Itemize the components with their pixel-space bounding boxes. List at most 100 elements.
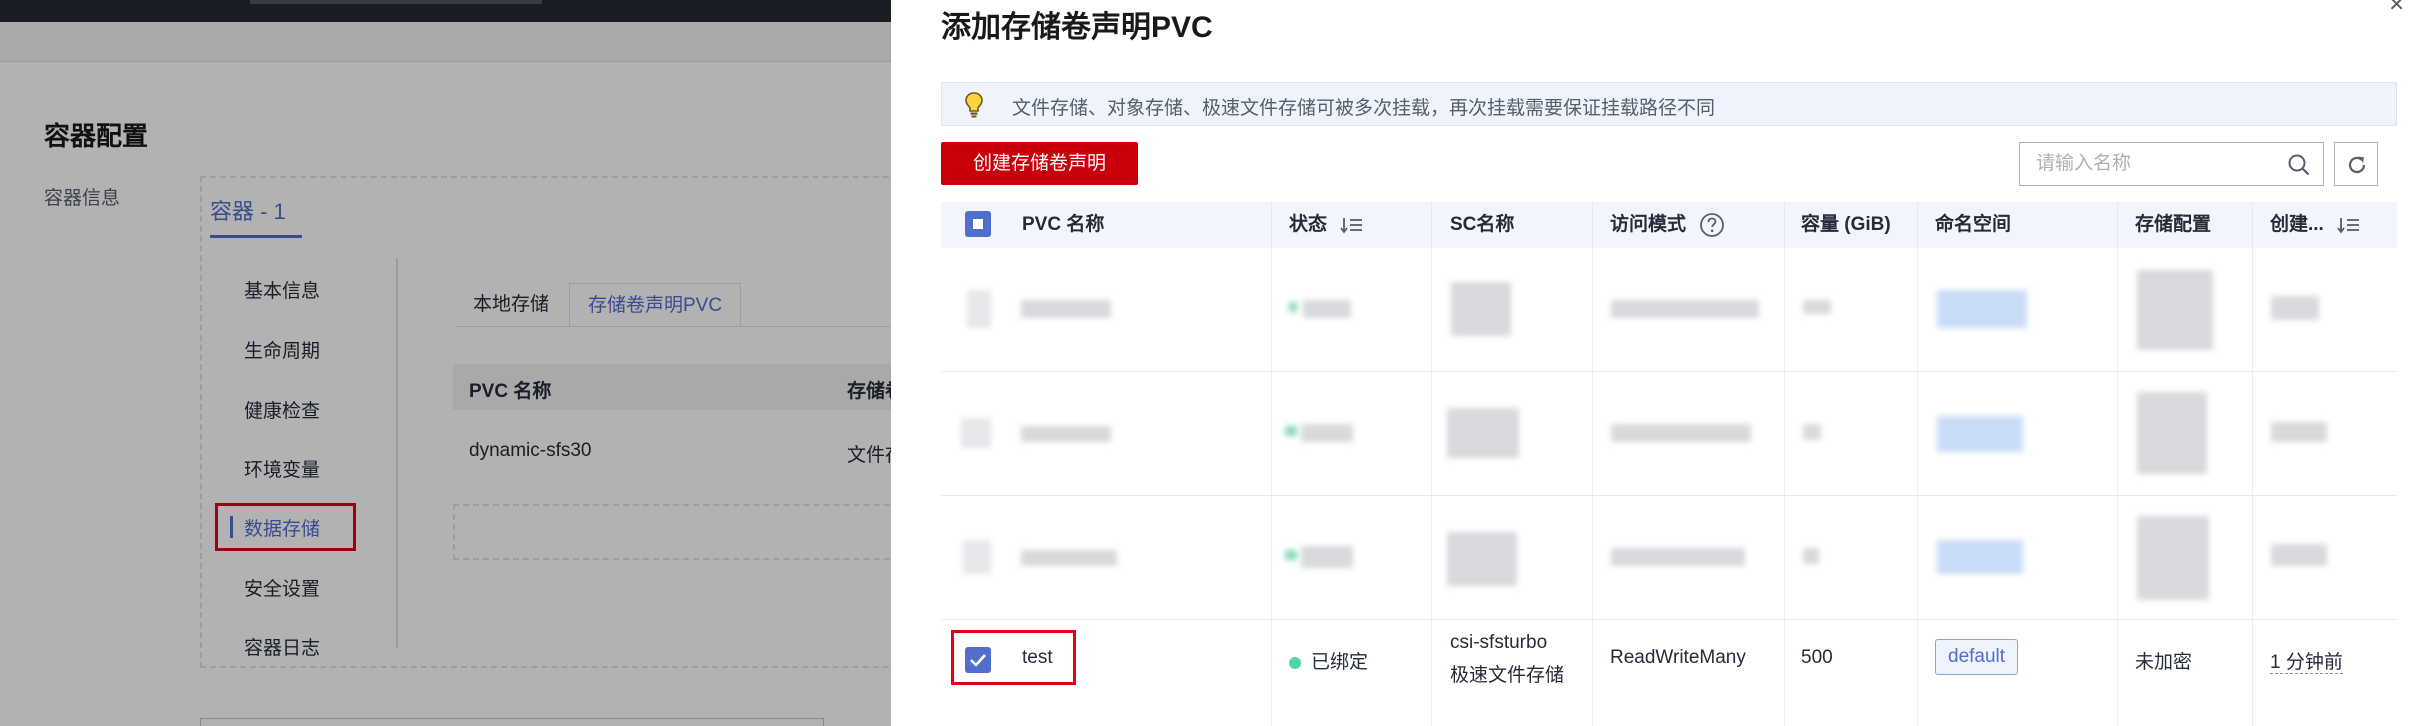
redacted-storage-config: [2137, 270, 2213, 350]
select-all-checkbox[interactable]: [965, 211, 991, 237]
redacted-checkbox: [967, 290, 991, 328]
redacted-namespace: [1937, 290, 2027, 328]
table-row-redacted[interactable]: [941, 496, 2397, 620]
redacted-access-mode: [1611, 548, 1745, 566]
column-divider: [1917, 372, 1918, 495]
redacted-pvc-name: [1021, 550, 1117, 566]
help-icon[interactable]: [1699, 212, 1725, 238]
column-divider: [2117, 202, 2118, 248]
access-mode-cell: ReadWriteMany: [1610, 647, 1746, 668]
search-input[interactable]: [2020, 143, 2280, 185]
sort-icon[interactable]: [1340, 215, 1364, 235]
redacted-status: [1301, 424, 1353, 442]
column-header-status-label: 状态: [1289, 214, 1328, 235]
column-divider: [1592, 248, 1593, 371]
column-header-access-mode-label: 访问模式: [1610, 214, 1687, 235]
redacted-pvc-name: [1021, 426, 1111, 442]
column-divider: [2252, 620, 2253, 726]
column-header-pvc-name: PVC 名称: [1022, 214, 1105, 235]
status-dot-icon: [1289, 656, 1301, 669]
drawer-title: 添加存储卷声明PVC: [941, 11, 1213, 44]
lightbulb-icon: [965, 92, 983, 118]
column-divider: [1431, 372, 1432, 495]
tip-banner: 文件存储、对象存储、极速文件存储可被多次挂载，再次挂载需要保证挂载路径不同: [941, 82, 2397, 126]
pvc-name-cell: test: [1022, 647, 1053, 668]
redacted-created: [2271, 296, 2319, 320]
column-divider: [1784, 372, 1785, 495]
column-header-namespace: 命名空间: [1935, 214, 2012, 235]
redacted-namespace: [1937, 540, 2023, 574]
column-divider: [1592, 496, 1593, 619]
column-divider: [1917, 620, 1918, 726]
tip-text: 文件存储、对象存储、极速文件存储可被多次挂载，再次挂载需要保证挂载路径不同: [1012, 98, 1716, 119]
column-divider: [2252, 202, 2253, 248]
column-header-created[interactable]: 创建...: [2270, 202, 2361, 248]
column-divider: [2252, 496, 2253, 619]
redacted-status: [1303, 300, 1351, 318]
created-time-cell[interactable]: 1 分钟前: [2270, 647, 2343, 674]
add-pvc-drawer: 添加存储卷声明PVC ✕ 文件存储、对象存储、极速文件存储可被多次挂载，再次挂载…: [891, 0, 2409, 726]
sc-name-line1: csi-sfsturbo: [1450, 632, 1548, 653]
column-divider: [1271, 496, 1272, 619]
status-text: 已绑定: [1311, 652, 1369, 673]
redacted-capacity: [1803, 548, 1819, 564]
search-box: [2019, 142, 2324, 186]
redacted-status-dot: [1285, 550, 1297, 560]
column-divider: [2117, 248, 2118, 371]
redacted-status: [1301, 546, 1353, 568]
column-divider: [1917, 202, 1918, 248]
redacted-pvc-name: [1021, 300, 1111, 318]
pvc-table-header: PVC 名称 状态 SC名称 访问模式 容量 (GiB) 命名空间 存储配置 创…: [941, 202, 2397, 248]
pvc-table: PVC 名称 状态 SC名称 访问模式 容量 (GiB) 命名空间 存储配置 创…: [941, 202, 2397, 726]
column-header-access-mode: 访问模式: [1610, 202, 1725, 248]
column-divider: [1784, 202, 1785, 248]
redacted-status-dot: [1285, 426, 1297, 436]
column-divider: [2117, 372, 2118, 495]
redacted-storage-config: [2137, 516, 2209, 600]
redacted-access-mode: [1611, 424, 1751, 442]
close-icon[interactable]: ✕: [2388, 0, 2405, 17]
column-divider: [1431, 248, 1432, 371]
column-divider: [2252, 248, 2253, 371]
redacted-status-dot: [1289, 302, 1297, 312]
column-divider: [1592, 202, 1593, 248]
refresh-button[interactable]: [2334, 142, 2378, 186]
table-row-redacted[interactable]: [941, 372, 2397, 496]
search-icon[interactable]: [2287, 153, 2311, 177]
column-divider: [2117, 620, 2118, 726]
checkmark-icon: [970, 654, 986, 667]
column-divider: [1917, 248, 1918, 371]
redacted-storage-config: [2137, 392, 2207, 474]
table-row-redacted[interactable]: [941, 248, 2397, 372]
redacted-sc-name: [1447, 408, 1519, 458]
redacted-access-mode: [1611, 300, 1759, 318]
column-divider: [1431, 620, 1432, 726]
namespace-badge: default: [1935, 639, 2019, 675]
column-header-storage-config: 存储配置: [2135, 214, 2212, 235]
column-divider: [1271, 202, 1272, 248]
row-checkbox-test[interactable]: [965, 647, 991, 673]
redacted-created: [2271, 544, 2327, 566]
column-divider: [1784, 248, 1785, 371]
refresh-icon: [2348, 156, 2366, 174]
column-header-sc-name: SC名称: [1450, 214, 1515, 235]
status-cell: 已绑定: [1289, 647, 1368, 674]
column-divider: [1592, 372, 1593, 495]
column-divider: [1271, 372, 1272, 495]
create-pvc-button[interactable]: 创建存储卷声明: [941, 142, 1138, 185]
redacted-sc-name: [1447, 532, 1517, 586]
column-divider: [1431, 496, 1432, 619]
column-header-status[interactable]: 状态: [1289, 202, 1364, 248]
redacted-checkbox: [961, 418, 991, 448]
redacted-checkbox: [963, 540, 991, 574]
column-divider: [1431, 202, 1432, 248]
table-row-test[interactable]: test 已绑定 csi-sfsturbo 极速文件存储 ReadWriteMa…: [941, 620, 2397, 726]
sort-icon[interactable]: [2337, 215, 2361, 235]
column-divider: [1271, 248, 1272, 371]
sc-name-line2: 极速文件存储: [1450, 665, 1565, 686]
column-divider: [1784, 496, 1785, 619]
redacted-sc-name: [1451, 282, 1511, 336]
redacted-capacity: [1803, 300, 1831, 314]
created-time-text: 1 分钟前: [2270, 652, 2343, 674]
column-divider: [1271, 620, 1272, 726]
